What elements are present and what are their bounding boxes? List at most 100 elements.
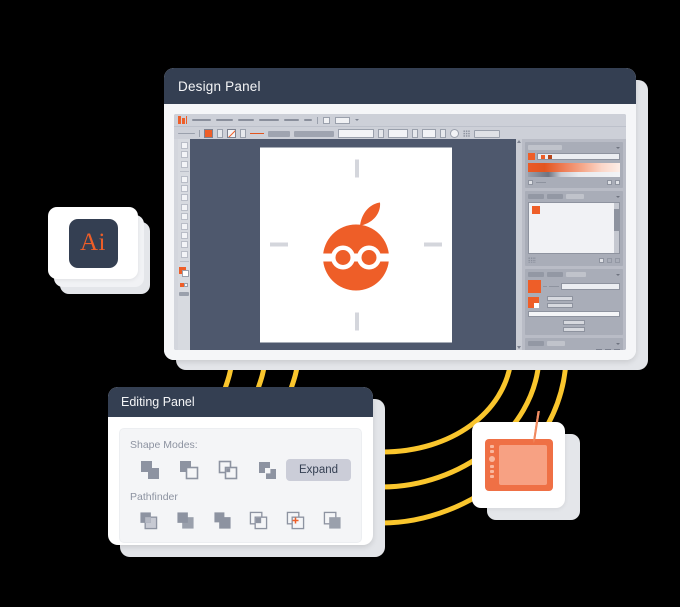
tablet-key[interactable] — [490, 450, 494, 453]
tablet-touch-ring[interactable] — [489, 456, 495, 462]
panel-option-icon[interactable] — [607, 180, 612, 185]
distribute-bottom-icon[interactable] — [614, 349, 620, 350]
transform-field[interactable] — [422, 129, 436, 138]
layers-scrollbar[interactable] — [614, 203, 619, 253]
tab-symbols[interactable] — [566, 194, 584, 199]
menu-item[interactable] — [304, 119, 312, 121]
tablet-key[interactable] — [490, 475, 494, 478]
chevron-down-icon[interactable] — [355, 119, 359, 121]
tool-eraser[interactable] — [180, 222, 188, 230]
canvas-vertical-scrollbar[interactable] — [516, 139, 522, 350]
pathfinder-merge-button[interactable] — [204, 511, 241, 530]
scroll-down-icon[interactable] — [517, 346, 521, 349]
style-stepper[interactable] — [412, 129, 418, 138]
color-mode-buttons[interactable] — [180, 282, 188, 287]
align-left-icon[interactable] — [528, 349, 536, 350]
panel-slider[interactable] — [536, 181, 546, 184]
panel-menu-icon[interactable] — [616, 146, 620, 149]
fill-swatch[interactable] — [204, 129, 213, 138]
tablet-key[interactable] — [490, 445, 494, 448]
pathfinder-outline-button[interactable] — [277, 511, 314, 530]
delete-layer-icon[interactable] — [615, 257, 620, 263]
tool-selection[interactable] — [180, 142, 188, 149]
brush-definition-field[interactable] — [294, 130, 334, 137]
color-spectrum-ramp[interactable] — [528, 163, 620, 172]
screen-mode-button[interactable] — [179, 292, 189, 297]
panel-menu-icon[interactable] — [616, 195, 620, 198]
panel-menu-icon[interactable] — [616, 342, 620, 345]
swatch-chip[interactable] — [548, 154, 552, 159]
layer-options-icon[interactable] — [528, 257, 536, 263]
distribute-middle-icon[interactable] — [605, 349, 611, 350]
menu-item[interactable] — [192, 119, 211, 121]
blend-input[interactable] — [547, 303, 573, 308]
appearance-effect-row[interactable] — [563, 320, 585, 325]
active-fill-swatch[interactable] — [528, 153, 535, 160]
opacity-stepper[interactable] — [378, 129, 384, 138]
expand-button[interactable]: Expand — [286, 459, 352, 481]
fill-stroke-indicator[interactable] — [179, 267, 189, 278]
tab-artboards[interactable] — [547, 194, 563, 199]
tool-rectangle[interactable] — [180, 194, 188, 202]
tool-direct-selection[interactable] — [180, 151, 188, 159]
workspace-icon[interactable] — [323, 116, 330, 124]
tab-gradient[interactable] — [547, 272, 563, 277]
swatch-chip[interactable] — [541, 154, 545, 159]
pathfinder-crop-button[interactable] — [240, 511, 277, 530]
workspace-selector[interactable] — [335, 116, 350, 124]
shape-mode-exclude-button[interactable] — [247, 460, 286, 480]
stroke-profile-field[interactable] — [268, 130, 290, 137]
transform-stepper[interactable] — [440, 129, 446, 138]
tab-transparency[interactable] — [566, 272, 586, 277]
adobe-illustrator-icon-card[interactable]: Ai — [48, 207, 138, 279]
appearance-effect-row[interactable] — [563, 327, 585, 332]
menu-item[interactable] — [238, 119, 254, 121]
stroke-color-chip[interactable] — [182, 270, 189, 278]
appearance-fill-swatch[interactable] — [528, 280, 541, 293]
tab-transform[interactable] — [547, 341, 565, 346]
orange-mascot-logo[interactable] — [310, 195, 402, 295]
fill-stepper[interactable] — [217, 129, 223, 138]
appearance-list-row[interactable] — [528, 311, 620, 317]
duplicate-layer-icon[interactable] — [607, 257, 612, 263]
menu-item[interactable] — [259, 119, 279, 121]
tab-align[interactable] — [528, 341, 544, 346]
tool-paintbrush[interactable] — [180, 203, 188, 211]
tablet-express-keys[interactable] — [489, 445, 495, 485]
stroke-stepper[interactable] — [240, 129, 246, 138]
tool-pencil[interactable] — [180, 213, 188, 221]
none-swatch-icon[interactable] — [528, 180, 533, 185]
appearance-mask-swatch[interactable] — [528, 296, 539, 308]
appearance-blend-field[interactable] — [561, 283, 620, 290]
new-layer-icon[interactable] — [599, 257, 604, 263]
tool-line[interactable] — [180, 184, 188, 192]
tab-color[interactable] — [528, 145, 562, 150]
drawing-tablet-card[interactable] — [472, 422, 565, 508]
tint-ramp[interactable] — [528, 172, 620, 177]
opacity-input[interactable] — [547, 296, 573, 301]
align-center-icon[interactable] — [539, 349, 547, 350]
menu-item[interactable] — [284, 119, 299, 121]
distribute-top-icon[interactable] — [596, 349, 602, 350]
tab-stroke[interactable] — [528, 272, 544, 277]
align-grid-icon[interactable] — [463, 130, 470, 137]
align-right-icon[interactable] — [550, 349, 558, 350]
stroke-swatch[interactable] — [227, 129, 236, 138]
pathfinder-trim-button[interactable] — [167, 511, 204, 530]
tool-pen[interactable] — [180, 160, 188, 168]
panel-option-icon[interactable] — [615, 180, 620, 185]
tool-type[interactable] — [180, 175, 188, 183]
tab-layers[interactable] — [528, 194, 544, 199]
color-values-field[interactable] — [537, 153, 620, 160]
artboard[interactable] — [260, 147, 452, 342]
pathfinder-minus-back-button[interactable] — [314, 511, 351, 530]
canvas-area[interactable] — [190, 139, 522, 350]
opacity-field[interactable] — [338, 129, 374, 138]
shape-mode-intersect-button[interactable] — [208, 460, 247, 480]
tool-rotate[interactable] — [180, 231, 188, 239]
tool-scale[interactable] — [180, 241, 188, 249]
scroll-up-icon[interactable] — [517, 140, 521, 143]
shape-tool-icon[interactable] — [450, 129, 459, 138]
pathfinder-divide-button[interactable] — [130, 511, 167, 530]
shape-mode-minus-front-button[interactable] — [169, 460, 208, 480]
